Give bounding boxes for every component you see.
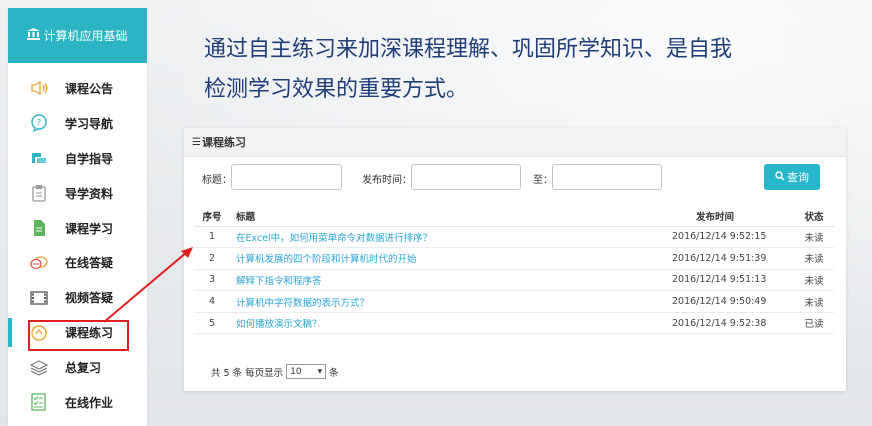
sidebar-header: 计算机应用基础 <box>8 8 147 63</box>
sidebar-item-course-study[interactable]: 课程学习 <box>8 211 147 246</box>
megaphone-icon <box>30 79 48 97</box>
practice-table: 序号 标题 发布时间 状态 1 在Excel中，如何用菜单命令对数据进行排序？ … <box>194 206 834 335</box>
row-number: 3 <box>194 269 230 292</box>
column-header-no: 序号 <box>194 206 230 227</box>
sidebar-item-label: 视频答疑 <box>65 291 114 306</box>
title-filter-label: 标题： <box>202 175 232 186</box>
sidebar-item-label: 课程公告 <box>65 81 114 96</box>
svg-text:?: ? <box>37 118 41 127</box>
document-icon <box>30 219 48 237</box>
sidebar-item-course-practice[interactable]: 课程练习 <box>8 315 147 350</box>
sidebar-item-label: 导学资料 <box>65 186 114 201</box>
row-title-link[interactable]: 计算机中字符数据的表示方式？ <box>230 290 668 313</box>
column-header-status: 状态 <box>794 206 834 227</box>
chat-bubble-icon: ? <box>30 114 48 133</box>
table-row: 3 解释下指令和程序答 2016/12/14 9:51:13 未读 <box>194 269 834 292</box>
page-size-select[interactable]: 10 ▾ <box>286 364 327 379</box>
pager-suffix: 条 <box>329 367 339 379</box>
sidebar-nav: 课程公告 ? 学习导航 自学指导 导学资料 课程学习 在线答疑 视频答疑 课程练… <box>8 63 147 420</box>
date-to-label: 至： <box>533 175 553 186</box>
sidebar-item-study-guide[interactable]: ? 学习导航 <box>8 106 147 141</box>
caret-down-icon: ▾ <box>317 366 323 377</box>
gauge-icon <box>30 324 48 342</box>
column-header-title: 标题 <box>230 206 668 227</box>
row-status: 未读 <box>794 226 834 249</box>
table-row: 1 在Excel中，如何用菜单命令对数据进行排序？ 2016/12/14 9:5… <box>194 226 834 249</box>
search-button-label: 查询 <box>787 172 809 184</box>
pager-prefix: 共 5 条 每页显示 <box>211 367 284 379</box>
sidebar-item-label: 在线答疑 <box>65 256 114 271</box>
checklist-icon <box>30 393 48 412</box>
column-header-date: 发布时间 <box>668 206 794 227</box>
sidebar-item-video-qa[interactable]: 视频答疑 <box>8 280 147 315</box>
date-filter-label: 发布时间： <box>362 175 412 186</box>
sidebar-item-label: 课程学习 <box>65 221 114 236</box>
clipboard-icon <box>30 184 48 202</box>
row-title-link[interactable]: 解释下指令和程序答 <box>230 269 668 292</box>
table-row: 5 如何播放演示文稿？ 2016/12/14 9:52:38 已读 <box>194 312 834 335</box>
row-date: 2016/12/14 9:51:13 <box>668 269 794 292</box>
sidebar-item-announcements[interactable]: 课程公告 <box>8 71 147 106</box>
pager: 共 5 条 每页显示 10 ▾ 条 <box>211 364 339 379</box>
row-status: 已读 <box>794 312 834 335</box>
row-date: 2016/12/14 9:51:39 <box>668 247 794 270</box>
list-icon: ☰ <box>192 136 201 148</box>
course-title: 计算机应用基础 <box>43 29 128 43</box>
row-date: 2016/12/14 9:52:15 <box>668 226 794 249</box>
search-button[interactable]: 查询 <box>764 164 820 190</box>
row-date: 2016/12/14 9:50:49 <box>668 290 794 313</box>
date-start-input[interactable] <box>411 164 521 190</box>
intro-line: 通过自主练习来加深课程理解、巩固所学知识、是自我 <box>204 37 733 62</box>
title-filter-input[interactable] <box>231 164 342 190</box>
sidebar-item-online-homework[interactable]: 在线作业 <box>8 385 147 420</box>
row-status: 未读 <box>794 247 834 270</box>
bank-icon <box>27 27 41 44</box>
row-number: 1 <box>194 226 230 249</box>
row-date: 2016/12/14 9:52:38 <box>668 312 794 335</box>
intro-line: 检测学习效果的重要方式。 <box>204 77 469 102</box>
folder-icon <box>30 149 48 167</box>
sidebar-item-self-study[interactable]: 自学指导 <box>8 141 147 176</box>
panel-header: ☰ 课程练习 <box>184 128 846 157</box>
row-number: 2 <box>194 247 230 270</box>
date-end-input[interactable] <box>552 164 662 190</box>
chat-dots-icon <box>30 254 48 272</box>
sidebar-item-online-qa[interactable]: 在线答疑 <box>8 245 147 280</box>
table-row: 2 计算机发展的四个阶段和计算机时代的开始 2016/12/14 9:51:39… <box>194 247 834 270</box>
row-status: 未读 <box>794 290 834 313</box>
row-title-link[interactable]: 计算机发展的四个阶段和计算机时代的开始 <box>230 247 668 270</box>
sidebar-item-label: 在线作业 <box>65 395 114 410</box>
sidebar-item-label: 自学指导 <box>65 151 114 166</box>
sidebar-item-materials[interactable]: 导学资料 <box>8 176 147 211</box>
sidebar-item-review[interactable]: 总复习 <box>8 350 147 385</box>
panel-title: 课程练习 <box>201 136 246 149</box>
table-row: 4 计算机中字符数据的表示方式？ 2016/12/14 9:50:49 未读 <box>194 290 834 313</box>
layers-icon <box>30 359 48 377</box>
filter-row: 标题： 发布时间： 至： 查询 <box>184 164 846 190</box>
row-status: 未读 <box>794 269 834 292</box>
search-icon <box>775 170 785 184</box>
sidebar-item-label: 课程练习 <box>65 326 114 341</box>
page-size-value: 10 <box>290 366 302 377</box>
sidebar-item-label: 学习导航 <box>65 116 114 131</box>
film-icon <box>30 289 48 307</box>
sidebar: 计算机应用基础 课程公告 ? 学习导航 自学指导 导学资料 课程学习 在线答疑 … <box>8 8 147 426</box>
intro-text: 通过自主练习来加深课程理解、巩固所学知识、是自我 检测学习效果的重要方式。 <box>204 30 824 110</box>
row-title-link[interactable]: 如何播放演示文稿？ <box>230 312 668 335</box>
sidebar-item-label: 总复习 <box>65 361 102 376</box>
practice-panel: ☰ 课程练习 标题： 发布时间： 至： 查询 序号 标题 发布时间 状态 1 在… <box>184 128 846 391</box>
row-number: 5 <box>194 312 230 335</box>
table-header-row: 序号 标题 发布时间 状态 <box>194 206 834 227</box>
row-title-link[interactable]: 在Excel中，如何用菜单命令对数据进行排序？ <box>230 226 668 249</box>
row-number: 4 <box>194 290 230 313</box>
